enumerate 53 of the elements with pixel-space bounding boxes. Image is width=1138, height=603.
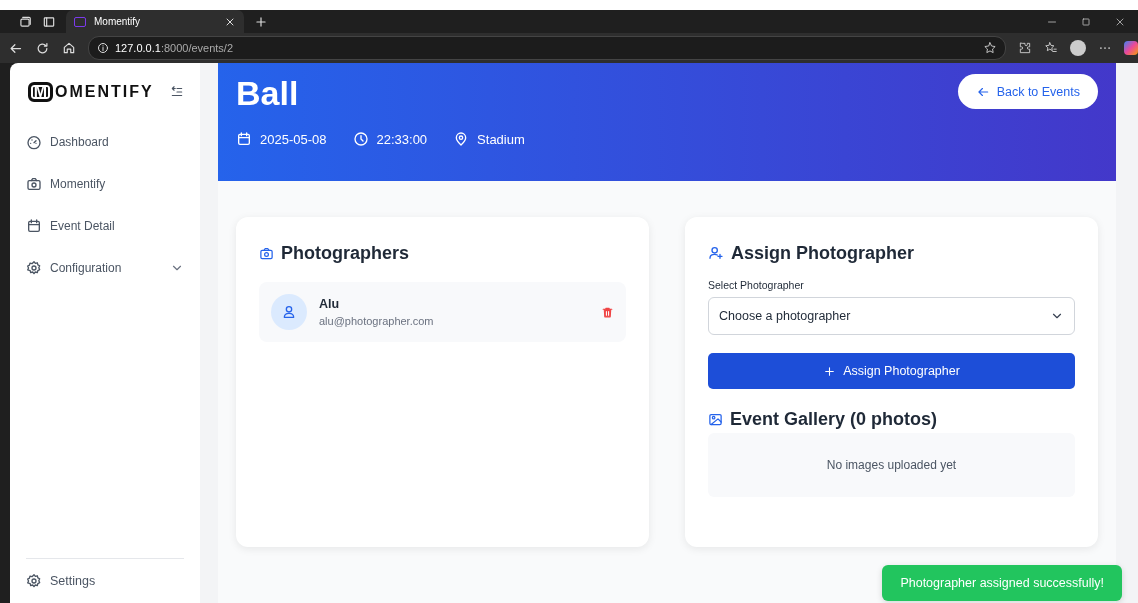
- new-tab-icon: [254, 14, 268, 29]
- info-icon: [97, 42, 109, 54]
- sidebar-item[interactable]: Dashboard: [26, 121, 184, 163]
- plus-icon: [823, 364, 837, 378]
- event-date: 2025-05-08: [260, 131, 327, 147]
- empty-gallery-message: No images uploaded yet: [708, 433, 1075, 497]
- success-toast: Photographer assigned successfully!: [882, 565, 1122, 601]
- url-text: 127.0.0.1:8000/events/2: [115, 42, 234, 54]
- photographer-select[interactable]: Choose a photographer: [708, 297, 1075, 335]
- field-label: Select Photographer: [708, 279, 805, 291]
- logo-text: OMENTIFY: [55, 83, 154, 101]
- user-icon: [281, 304, 297, 320]
- sidebar-item[interactable]: Event Detail: [26, 205, 184, 247]
- sidebar-item[interactable]: Configuration: [26, 247, 184, 289]
- assign-button[interactable]: Assign Photographer: [708, 353, 1075, 389]
- sidebar-item[interactable]: Momentify: [26, 163, 184, 205]
- collapse-button[interactable]: [170, 85, 184, 99]
- trash-icon: [601, 305, 614, 319]
- image-icon: [708, 411, 723, 427]
- window-icon: [42, 14, 56, 29]
- photographer-email: alu@photographer.com: [319, 315, 435, 327]
- profile-avatar-icon[interactable]: [1070, 40, 1086, 56]
- browser-tab[interactable]: Momentify: [66, 10, 244, 33]
- favicon-icon: [74, 16, 86, 27]
- event-location: Stadium: [477, 131, 525, 147]
- copilot-icon[interactable]: [1124, 41, 1138, 55]
- photographer-name: Alu: [319, 297, 341, 311]
- settings-icon: [26, 573, 42, 589]
- favorite-icon: [983, 41, 997, 55]
- card-title: Photographers: [281, 242, 409, 264]
- settings-link[interactable]: Settings: [26, 558, 184, 603]
- card-title: Assign Photographer: [731, 242, 914, 264]
- calendar-icon: [236, 131, 252, 147]
- tabs-icon: [18, 14, 32, 29]
- back-button[interactable]: Back to Events: [957, 74, 1098, 109]
- settings-icon: [26, 260, 42, 276]
- reload-icon: [35, 40, 50, 56]
- event-title: Ball: [236, 73, 300, 113]
- user-plus-icon: [708, 245, 724, 261]
- camera-icon: [259, 245, 274, 261]
- restore-icon: [1080, 15, 1092, 28]
- calendar-icon: [26, 218, 42, 234]
- extension-icon: [1018, 41, 1032, 55]
- address-bar[interactable]: 127.0.0.1:8000/events/2: [88, 36, 1006, 60]
- favorites-icon: [1044, 41, 1058, 55]
- gallery-title: Event Gallery (0 photos): [730, 408, 938, 430]
- home-icon: [62, 41, 76, 55]
- clock-icon: [352, 131, 369, 147]
- event-time: 22:33:00: [376, 131, 428, 147]
- delete-button[interactable]: [601, 305, 614, 319]
- collapse-icon: [170, 85, 184, 99]
- camera-icon: [26, 176, 42, 192]
- gauge-icon: [26, 134, 42, 150]
